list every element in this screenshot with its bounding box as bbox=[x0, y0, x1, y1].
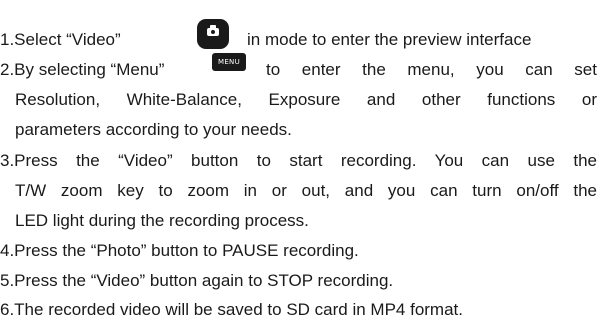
step-2-line-3: parameters according to your needs. bbox=[15, 120, 292, 139]
step-2-line-2: Resolution, White-Balance, Exposure and … bbox=[15, 90, 597, 109]
step-1-text-start: 1.Select “Video” bbox=[0, 30, 121, 49]
video-mode-icon bbox=[197, 19, 229, 49]
step-1: 1.Select “Video” in mode to enter the pr… bbox=[0, 19, 599, 50]
step-3-line-3: LED light during the recording process. bbox=[15, 211, 309, 230]
step-6: 6.The recorded video will be saved to SD… bbox=[0, 300, 463, 319]
step-4: 4.Press the “Photo” button to PAUSE reco… bbox=[0, 241, 359, 260]
step-5: 5.Press the “Video” button again to STOP… bbox=[0, 271, 394, 290]
step-2-text-end: to enter the menu, you can set bbox=[266, 60, 597, 79]
step-2-text-start: 2.By selecting “Menu” bbox=[0, 60, 165, 79]
step-3-line-1: 3.Press the “Video” button to start reco… bbox=[0, 151, 597, 170]
instruction-list: 1.Select “Video” in mode to enter the pr… bbox=[0, 0, 599, 333]
step-3-line-2: T/W zoom key to zoom in or out, and you … bbox=[15, 181, 597, 200]
step-1-text-end: in mode to enter the preview interface bbox=[247, 30, 532, 49]
menu-key-icon: MENU bbox=[212, 53, 246, 71]
step-2: 2.By selecting “Menu” MENU to enter the … bbox=[0, 53, 599, 80]
